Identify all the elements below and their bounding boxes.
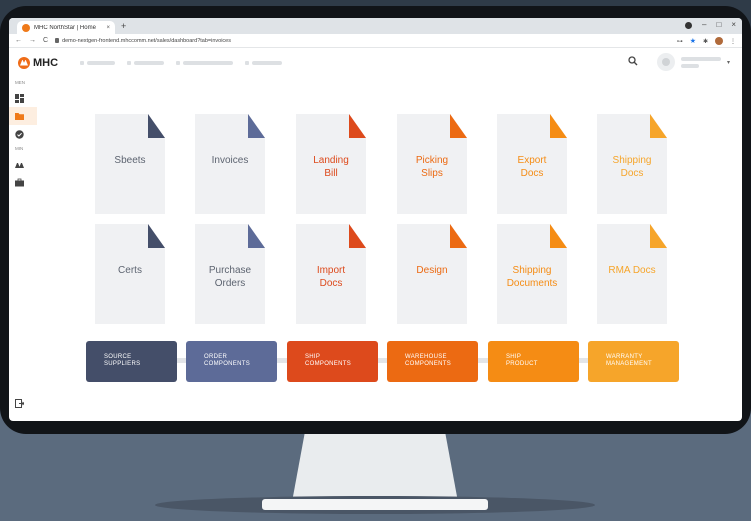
- stage-block[interactable]: ORDER COMPONENTS: [186, 341, 277, 382]
- stage-block[interactable]: SHIP COMPONENTS: [287, 341, 378, 382]
- document-card[interactable]: Picking Slips: [397, 114, 467, 214]
- document-card[interactable]: Import Docs: [296, 224, 366, 324]
- top-nav-item-4[interactable]: [245, 60, 283, 65]
- briefcase-icon: [15, 178, 24, 186]
- tab-title: MHC NorthStar | Home: [34, 24, 96, 31]
- maximize-button[interactable]: □: [716, 20, 721, 29]
- stage-block[interactable]: SHIP PRODUCT: [488, 341, 579, 382]
- browser-menu-icon[interactable]: ⋮: [730, 38, 736, 45]
- sidebar-item-users[interactable]: [9, 155, 37, 173]
- logo-mark-icon: [18, 56, 30, 69]
- sidebar-section-label: MEN: [15, 80, 25, 85]
- new-tab-button[interactable]: +: [121, 21, 126, 31]
- extensions-icon[interactable]: ✱: [703, 38, 708, 45]
- sidebar-item-dashboard[interactable]: [9, 89, 37, 107]
- favicon-icon: [22, 23, 30, 32]
- check-badge-icon: [15, 129, 24, 139]
- back-button[interactable]: ←: [15, 37, 22, 44]
- user-info-placeholder: [680, 56, 721, 68]
- minimize-button[interactable]: –: [702, 20, 706, 29]
- document-label: Shipping Documents: [506, 265, 558, 289]
- url-text: demo-nextgen-frontend.mhccomm.net/sales/…: [62, 37, 231, 44]
- document-card[interactable]: Invoices: [195, 114, 265, 214]
- lock-icon: [55, 38, 60, 43]
- top-nav-placeholder: [80, 60, 283, 65]
- app-logo[interactable]: MHC: [18, 56, 59, 69]
- stage-block[interactable]: WAREHOUSE COMPONENTS: [387, 341, 478, 382]
- dashboard-icon: [15, 93, 24, 103]
- record-icon[interactable]: [685, 22, 693, 29]
- folder-icon: [15, 112, 24, 120]
- browser-profile-avatar[interactable]: [715, 37, 723, 45]
- url-field[interactable]: demo-nextgen-frontend.mhccomm.net/sales/…: [55, 38, 231, 44]
- chevron-down-icon: ▾: [726, 59, 730, 66]
- browser-tab[interactable]: MHC NorthStar | Home ×: [17, 21, 115, 34]
- tab-close-icon[interactable]: ×: [106, 25, 110, 31]
- browser-addressbar: ← → C demo-nextgen-frontend.mhccomm.net/…: [9, 34, 742, 48]
- document-label: Import Docs: [316, 265, 346, 289]
- reload-button[interactable]: C: [43, 37, 48, 44]
- window-controls: – □ ×: [685, 20, 736, 29]
- monitor-bezel: MHC NorthStar | Home × + – □ × ← → C dem…: [0, 6, 751, 434]
- key-icon[interactable]: ⊶: [677, 38, 683, 45]
- document-card[interactable]: Sbeets: [95, 114, 165, 214]
- forward-button[interactable]: →: [29, 37, 36, 44]
- top-nav-item-2[interactable]: [127, 60, 165, 65]
- sidebar: MEN MIN: [9, 77, 37, 421]
- document-label: Invoices: [211, 155, 249, 166]
- browser-tabbar: MHC NorthStar | Home × + – □ ×: [9, 18, 742, 34]
- user-avatar: [656, 53, 675, 71]
- logout-icon[interactable]: [15, 399, 24, 408]
- document-card[interactable]: Landing Bill: [296, 114, 366, 214]
- document-card[interactable]: Purchase Orders: [195, 224, 265, 324]
- document-label: Shipping Docs: [612, 155, 652, 179]
- document-label: Design: [416, 265, 448, 276]
- user-menu[interactable]: ▾: [656, 53, 730, 71]
- bookmark-star-icon[interactable]: ★: [690, 37, 696, 45]
- monitor-base: [262, 499, 488, 510]
- search-icon[interactable]: [628, 56, 638, 66]
- document-label: Picking Slips: [415, 155, 449, 179]
- document-label: Export Docs: [517, 155, 547, 179]
- document-label: Certs: [118, 265, 142, 276]
- document-label: Sbeets: [114, 155, 146, 166]
- monitor-screen: MHC NorthStar | Home × + – □ × ← → C dem…: [9, 18, 742, 421]
- document-label: Landing Bill: [313, 155, 349, 179]
- close-window-button[interactable]: ×: [731, 20, 736, 29]
- document-label: RMA Docs: [608, 265, 656, 276]
- top-nav-item-1[interactable]: [80, 60, 116, 65]
- document-card[interactable]: Shipping Docs: [597, 114, 667, 214]
- document-card[interactable]: Design: [397, 224, 467, 324]
- app-header: MHC ▾: [9, 48, 742, 77]
- document-label: Purchase Orders: [208, 265, 252, 289]
- document-card[interactable]: Shipping Documents: [497, 224, 567, 324]
- sidebar-item-documents[interactable]: [9, 107, 37, 125]
- document-card[interactable]: Certs: [95, 224, 165, 324]
- sidebar-item-verified[interactable]: [9, 125, 37, 143]
- stage-block[interactable]: WARRANTY MANAGEMENT: [588, 341, 679, 382]
- sidebar-item-briefcase[interactable]: [9, 173, 37, 191]
- logo-text: MHC: [33, 56, 59, 69]
- document-card[interactable]: RMA Docs: [597, 224, 667, 324]
- stage-block[interactable]: SOURCE SUPPLIERS: [86, 341, 177, 382]
- document-card[interactable]: Export Docs: [497, 114, 567, 214]
- browser-toolbar-right: ⊶ ★ ✱ ⋮: [677, 37, 736, 45]
- users-icon: [15, 162, 24, 168]
- top-nav-item-3[interactable]: [176, 60, 234, 65]
- sidebar-section-label-2: MIN: [15, 146, 24, 151]
